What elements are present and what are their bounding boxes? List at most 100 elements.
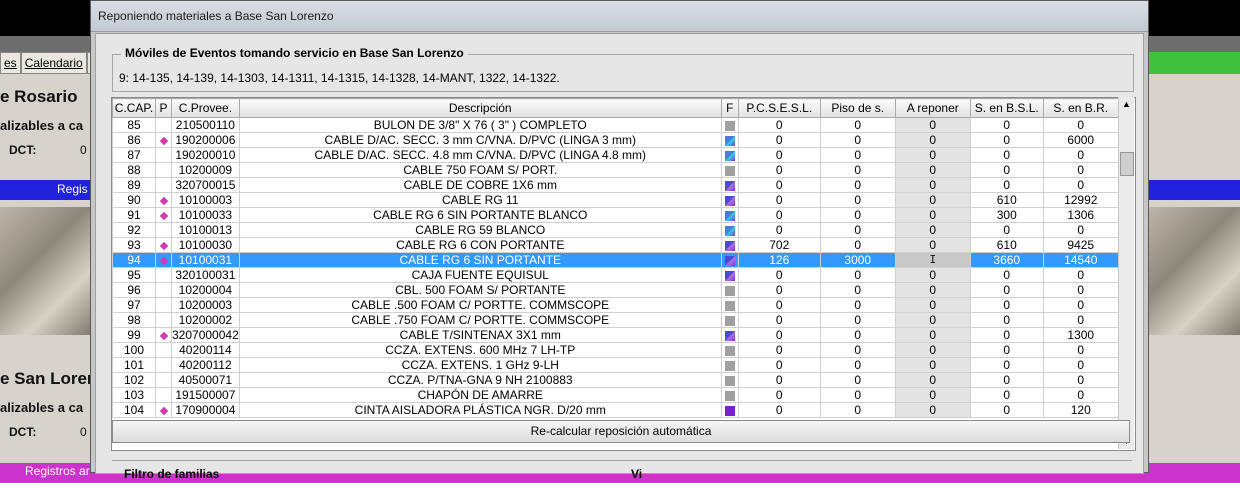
table-row[interactable]: 90 10100003 CABLE RG 11 0 0 0 610 12992 <box>112 192 1119 208</box>
cell-cprovee[interactable]: 10200004 <box>171 282 240 298</box>
cell-piso[interactable]: 3000 <box>819 252 896 268</box>
table-row[interactable]: 101 40200112 CCZA. EXTENS. 1 GHz 9-LH 0 0 0 0 0 <box>112 357 1119 373</box>
cell-s-br[interactable]: 0 <box>1042 372 1119 388</box>
cell-ccap[interactable]: 100 <box>112 342 156 358</box>
cell-s-bsl[interactable]: 300 <box>969 207 1044 223</box>
cell-p[interactable] <box>155 297 172 313</box>
cell-a-reponer[interactable]: 0 <box>894 237 971 253</box>
cell-pcsesl[interactable]: 0 <box>737 222 821 238</box>
cell-p[interactable] <box>155 282 172 298</box>
cell-s-bsl[interactable]: 0 <box>969 147 1044 163</box>
cell-s-bsl[interactable]: 0 <box>969 222 1044 238</box>
cell-a-reponer[interactable]: 0 <box>894 117 971 133</box>
cell-descripcion[interactable]: CABLE .750 FOAM C/ PORTTE. COMMSCOPE <box>238 312 722 328</box>
cell-a-reponer[interactable]: 0 <box>894 147 971 163</box>
cell-cprovee[interactable]: 190200010 <box>171 147 240 163</box>
tab-es[interactable]: es <box>0 52 21 74</box>
col-header-a-reponer[interactable]: A reponer <box>894 98 971 118</box>
cell-a-reponer[interactable]: 0 <box>894 267 971 283</box>
table-row[interactable]: 98 10200002 CABLE .750 FOAM C/ PORTTE. COM… <box>112 312 1119 328</box>
cell-pcsesl[interactable]: 0 <box>737 192 821 208</box>
cell-s-br[interactable]: 0 <box>1042 387 1119 403</box>
cell-s-bsl[interactable]: 3660 <box>969 252 1044 268</box>
cell-pcsesl[interactable]: 702 <box>737 237 821 253</box>
table-row[interactable]: 104 170900004 CINTA AISLADORA PLÁSTICA NGR… <box>112 402 1119 418</box>
cell-p[interactable] <box>155 342 172 358</box>
cell-cprovee[interactable]: 40500071 <box>171 372 240 388</box>
cell-a-reponer[interactable]: 0 <box>894 162 971 178</box>
cell-s-br[interactable]: 0 <box>1042 342 1119 358</box>
cell-cprovee[interactable]: 10200002 <box>171 312 240 328</box>
cell-piso[interactable]: 0 <box>819 132 896 148</box>
col-header-p[interactable]: P <box>155 98 172 118</box>
tab-calendario[interactable]: Calendario <box>20 52 87 74</box>
table-row[interactable]: 102 40500071 CCZA. P/TNA-GNA 9 NH 2100883 0… <box>112 372 1119 388</box>
cell-f[interactable] <box>720 177 739 193</box>
cell-f[interactable] <box>720 342 739 358</box>
cell-pcsesl[interactable]: 126 <box>737 252 821 268</box>
table-row[interactable]: 92 10100013 CABLE RG 59 BLANCO 0 0 0 0 0 <box>112 222 1119 238</box>
cell-descripcion[interactable]: CAJA FUENTE EQUISUL <box>238 267 722 283</box>
cell-cprovee[interactable]: 10100033 <box>171 207 240 223</box>
cell-ccap[interactable]: 85 <box>112 117 156 133</box>
cell-pcsesl[interactable]: 0 <box>737 267 821 283</box>
cell-ccap[interactable]: 87 <box>112 147 156 163</box>
table-row[interactable]: 103 191500007 CHAPÓN DE AMARRE 0 0 0 0 0 <box>112 387 1119 403</box>
cell-ccap[interactable]: 103 <box>112 387 156 403</box>
cell-a-reponer[interactable]: 0 <box>894 357 971 373</box>
cell-s-bsl[interactable]: 0 <box>969 372 1044 388</box>
cell-piso[interactable]: 0 <box>819 237 896 253</box>
cell-pcsesl[interactable]: 0 <box>737 132 821 148</box>
cell-descripcion[interactable]: CCZA. EXTENS. 600 MHz 7 LH-TP <box>238 342 722 358</box>
scroll-thumb[interactable] <box>1120 152 1134 176</box>
cell-pcsesl[interactable]: 0 <box>737 207 821 223</box>
cell-cprovee[interactable]: 10100031 <box>171 252 240 268</box>
cell-p[interactable] <box>155 237 172 253</box>
cell-descripcion[interactable]: CABLE RG 6 SIN PORTANTE <box>238 252 722 268</box>
cell-a-reponer[interactable]: 0 <box>894 342 971 358</box>
cell-ccap[interactable]: 102 <box>112 372 156 388</box>
cell-descripcion[interactable]: CABLE .500 FOAM C/ PORTTE. COMMSCOPE <box>238 297 722 313</box>
cell-f[interactable] <box>720 267 739 283</box>
cell-f[interactable] <box>720 222 739 238</box>
cell-cprovee[interactable]: 40200114 <box>171 342 240 358</box>
cell-descripcion[interactable]: CABLE D/AC. SECC. 3 mm C/VNA. D/PVC (LIN… <box>238 132 722 148</box>
table-row[interactable]: 86 190200006 CABLE D/AC. SECC. 3 mm C/VNA.… <box>112 132 1119 148</box>
cell-descripcion[interactable]: BULON DE 3/8" X 76 ( 3" ) COMPLETO <box>238 117 722 133</box>
cell-s-br[interactable]: 0 <box>1042 297 1119 313</box>
cell-s-br[interactable]: 6000 <box>1042 132 1119 148</box>
cell-p[interactable] <box>155 117 172 133</box>
cell-s-br[interactable]: 0 <box>1042 357 1119 373</box>
cell-ccap[interactable]: 98 <box>112 312 156 328</box>
cell-p[interactable] <box>155 252 172 268</box>
cell-s-bsl[interactable]: 0 <box>969 342 1044 358</box>
cell-cprovee[interactable]: 320700015 <box>171 177 240 193</box>
cell-p[interactable] <box>155 162 172 178</box>
cell-f[interactable] <box>720 297 739 313</box>
cell-p[interactable] <box>155 222 172 238</box>
table-row[interactable]: 91 10100033 CABLE RG 6 SIN PORTANTE BLANCO… <box>112 207 1119 223</box>
cell-piso[interactable]: 0 <box>819 342 896 358</box>
cell-descripcion[interactable]: CINTA AISLADORA PLÁSTICA NGR. D/20 mm <box>238 402 722 418</box>
cell-descripcion[interactable]: CABLE DE COBRE 1X6 mm <box>238 177 722 193</box>
cell-piso[interactable]: 0 <box>819 192 896 208</box>
cell-s-bsl[interactable]: 0 <box>969 132 1044 148</box>
table-row[interactable]: 87 190200010 CABLE D/AC. SECC. 4.8 mm C/VN… <box>112 147 1119 163</box>
cell-ccap[interactable]: 92 <box>112 222 156 238</box>
table-row[interactable]: 89 320700015 CABLE DE COBRE 1X6 mm 0 0 0 0 0 <box>112 177 1119 193</box>
cell-s-bsl[interactable]: 610 <box>969 237 1044 253</box>
cell-ccap[interactable]: 97 <box>112 297 156 313</box>
cell-s-bsl[interactable]: 0 <box>969 387 1044 403</box>
cell-s-br[interactable]: 0 <box>1042 282 1119 298</box>
cell-s-br[interactable]: 0 <box>1042 312 1119 328</box>
cell-ccap[interactable]: 89 <box>112 177 156 193</box>
cell-piso[interactable]: 0 <box>819 327 896 343</box>
cell-pcsesl[interactable]: 0 <box>737 372 821 388</box>
cell-p[interactable] <box>155 147 172 163</box>
cell-f[interactable] <box>720 132 739 148</box>
cell-pcsesl[interactable]: 0 <box>737 402 821 418</box>
cell-cprovee[interactable]: 10100013 <box>171 222 240 238</box>
cell-f[interactable] <box>720 312 739 328</box>
cell-p[interactable] <box>155 312 172 328</box>
cell-ccap[interactable]: 94 <box>112 252 156 268</box>
